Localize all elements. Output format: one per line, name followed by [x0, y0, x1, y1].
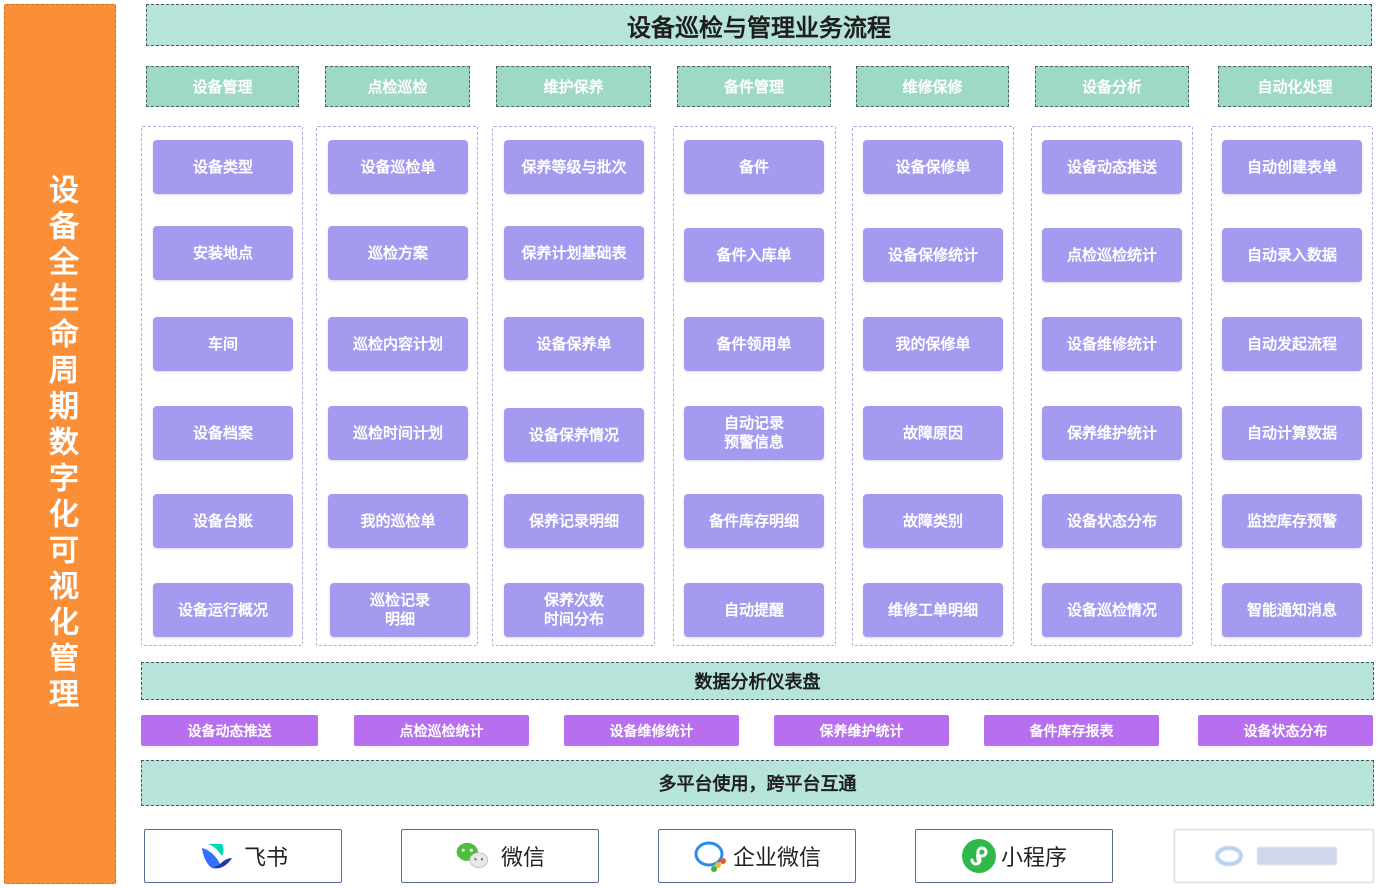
dashboard-item: 设备动态推送: [141, 715, 318, 746]
tile-item: 自动创建表单: [1222, 140, 1362, 194]
category-header-equipment: 设备管理: [146, 66, 299, 107]
tile-item: 巡检时间计划: [328, 406, 468, 460]
column-automation: [1211, 126, 1373, 646]
tile-item: 设备保修单: [863, 140, 1003, 194]
tile-item: 故障原因: [863, 406, 1003, 460]
tile-item: 维修工单明细: [863, 583, 1003, 637]
platform-label-blurred: [1257, 847, 1337, 865]
tile-item: 备件入库单: [684, 228, 824, 282]
tile-item: 保养次数 时间分布: [504, 583, 644, 637]
category-header-inspection: 点检巡检: [325, 66, 470, 107]
tile-item: 设备档案: [153, 406, 293, 460]
tile-item: 自动记录 预警信息: [684, 406, 824, 460]
tile-item: 设备动态推送: [1042, 140, 1182, 194]
tile-item: 自动计算数据: [1222, 406, 1362, 460]
platform-title: 多平台使用，跨平台互通: [658, 774, 857, 794]
tile-item: 巡检方案: [328, 226, 468, 280]
platform-title-bar: 多平台使用，跨平台互通: [141, 760, 1374, 806]
category-header-automation: 自动化处理: [1218, 66, 1372, 107]
tile-item: 保养记录明细: [504, 494, 644, 548]
tile-item: 设备巡检情况: [1042, 583, 1182, 637]
column-repair: [852, 126, 1014, 646]
tile-item: 安装地点: [153, 226, 293, 280]
platform-card-wechat: 微信: [401, 829, 599, 883]
tile-item: 设备类型: [153, 140, 293, 194]
tile-item: 点检巡检统计: [1042, 228, 1182, 282]
column-spare-parts: [673, 126, 836, 646]
dashboard-item: 设备状态分布: [1198, 715, 1373, 746]
category-header-analysis: 设备分析: [1035, 66, 1189, 107]
main-title: 设备巡检与管理业务流程: [627, 14, 891, 42]
tile-item: 巡检记录 明细: [330, 583, 470, 637]
tile-item: 我的保修单: [863, 317, 1003, 371]
platform-label: 小程序: [1000, 845, 1067, 870]
tile-item: 保养维护统计: [1042, 406, 1182, 460]
platform-card-miniprogram: 小程序: [915, 829, 1113, 883]
tile-item: 设备维修统计: [1042, 317, 1182, 371]
category-header-spare-parts: 备件管理: [677, 66, 831, 107]
tile-item: 车间: [153, 317, 293, 371]
category-header-maintenance: 维护保养: [496, 66, 651, 107]
wecom-icon: [693, 838, 729, 874]
column-inspection: [316, 126, 478, 646]
tile-item: 巡检内容计划: [328, 317, 468, 371]
column-maintenance: [492, 126, 655, 646]
dashboard-title: 数据分析仪表盘: [694, 672, 821, 692]
tile-item: 我的巡检单: [328, 494, 468, 548]
tile-item: 自动发起流程: [1222, 317, 1362, 371]
tile-item: 设备台账: [153, 494, 293, 548]
feishu-icon: [198, 838, 234, 874]
dashboard-item: 备件库存报表: [984, 715, 1159, 746]
tile-item: 保养计划基础表: [504, 226, 644, 280]
tile-item: 设备运行概况: [153, 583, 293, 637]
platform-card-feishu: 飞书: [144, 829, 342, 883]
dashboard-item: 设备维修统计: [564, 715, 739, 746]
column-equipment: [141, 126, 303, 646]
tile-item: 故障类别: [863, 494, 1003, 548]
main-title-bar: 设备巡检与管理业务流程: [146, 4, 1372, 46]
miniprogram-icon: [961, 838, 997, 874]
tile-item: 备件库存明细: [684, 494, 824, 548]
tile-item: 设备状态分布: [1042, 494, 1182, 548]
tile-item: 备件领用单: [684, 317, 824, 371]
tile-item: 设备保养单: [504, 317, 644, 371]
dashboard-item: 点检巡检统计: [354, 715, 529, 746]
platform-label: 微信: [500, 845, 545, 870]
wechat-icon: [455, 838, 491, 874]
side-title-banner: 设备全生命周期数字化可视化管理: [4, 4, 116, 884]
platform-label: 飞书: [243, 845, 288, 870]
platform-card-dingtalk: [1174, 829, 1374, 883]
tile-item: 监控库存预警: [1222, 494, 1362, 548]
tile-item: 自动录入数据: [1222, 228, 1362, 282]
tile-item: 设备保修统计: [863, 228, 1003, 282]
dashboard-item: 保养维护统计: [774, 715, 949, 746]
dingtalk-icon: [1211, 838, 1247, 874]
side-title: 设备全生命周期数字化可视化管理: [44, 174, 77, 714]
tile-item: 自动提醒: [684, 583, 824, 637]
tile-item: 设备巡检单: [328, 140, 468, 194]
platform-card-wecom: 企业微信: [658, 829, 856, 883]
category-header-repair: 维修保修: [856, 66, 1009, 107]
tile-item: 设备保养情况: [504, 408, 644, 462]
tile-item: 智能通知消息: [1222, 583, 1362, 637]
tile-item: 保养等级与批次: [504, 140, 644, 194]
dashboard-title-bar: 数据分析仪表盘: [141, 662, 1374, 700]
column-analysis: [1031, 126, 1193, 646]
platform-label: 企业微信: [732, 845, 821, 870]
tile-item: 备件: [684, 140, 824, 194]
